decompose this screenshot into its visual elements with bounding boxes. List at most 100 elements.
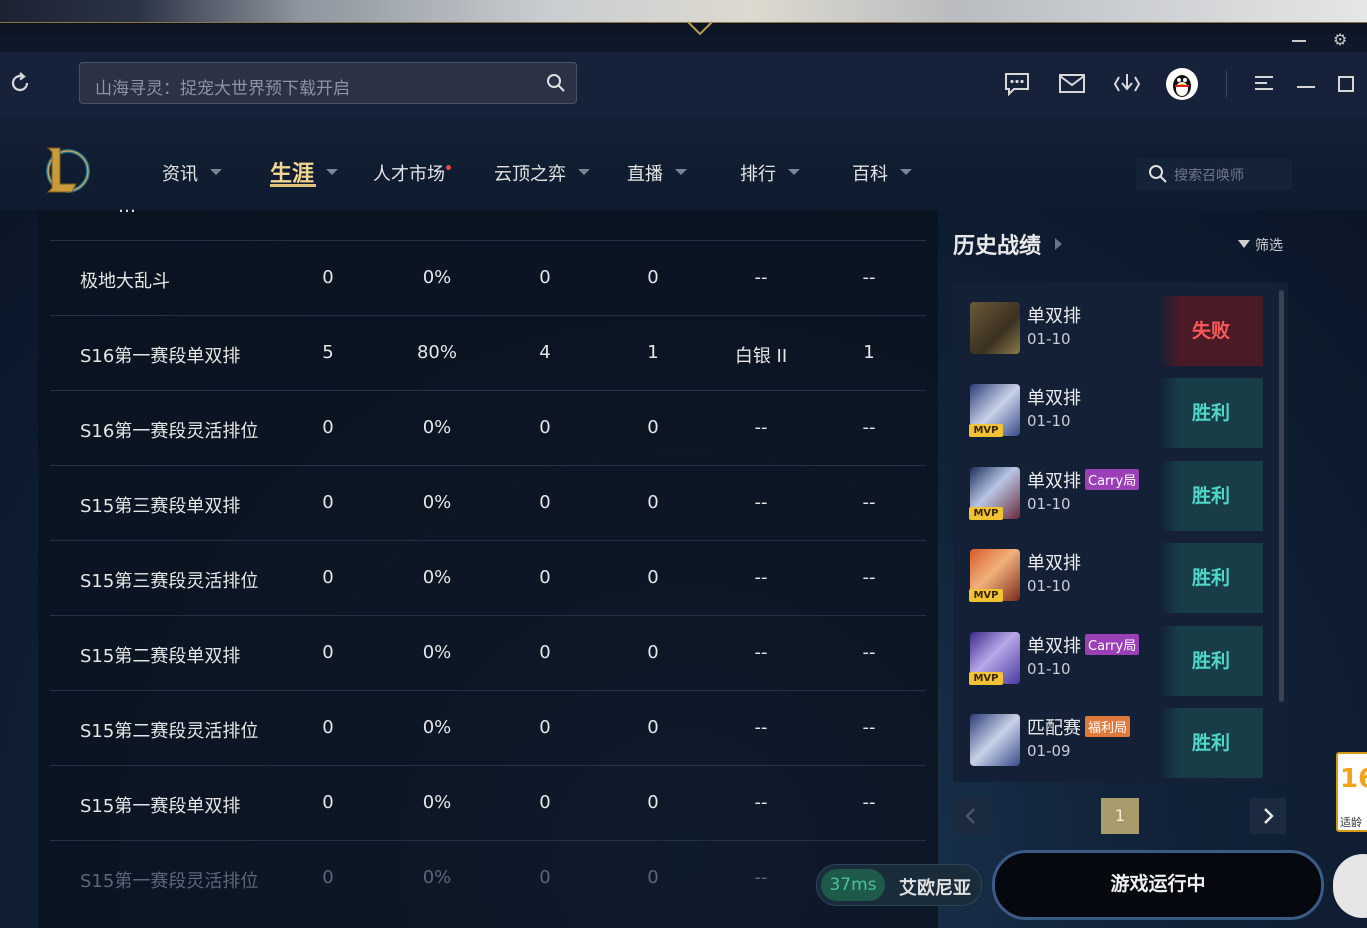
losses-cell: 0 <box>647 267 659 288</box>
side-round-button[interactable] <box>1333 854 1367 918</box>
nav-news[interactable]: 资讯 <box>162 160 222 186</box>
mvp-badge: MVP <box>969 672 1003 685</box>
last-cell: -- <box>862 267 876 288</box>
scrolled-row-fragment: … <box>118 196 136 217</box>
maximize-icon[interactable] <box>1338 76 1354 92</box>
match-result: 失败 <box>1159 296 1263 366</box>
winrate-cell: 0% <box>422 867 452 888</box>
match-history-list: 单双排 01-10 失败 MVP 单双排 01-10 胜利 MVP 单双排 Car… <box>953 282 1288 782</box>
server-status[interactable]: 37ms 艾欧尼亚 <box>816 864 982 906</box>
rank-cell: -- <box>754 492 768 513</box>
main-nav: 资讯 生涯 人才市场 云顶之弈 直播 排行 百科 搜索召唤师 <box>0 118 1367 210</box>
wins-cell: 0 <box>539 492 551 513</box>
wins-cell: 4 <box>539 342 551 363</box>
carry-tag: Carry局 <box>1085 634 1140 655</box>
games-cell: 0 <box>322 642 334 663</box>
nav-live[interactable]: 直播 <box>627 160 687 186</box>
page-number-button[interactable]: 1 <box>1101 798 1139 834</box>
match-item[interactable]: 单双排 01-10 失败 <box>953 292 1275 368</box>
match-date: 01-10 <box>1027 495 1071 513</box>
champion-portrait <box>970 302 1020 354</box>
notification-dot-icon <box>446 165 451 170</box>
winrate-cell: 80% <box>416 342 457 363</box>
match-result: 胜利 <box>1159 708 1263 778</box>
download-icon[interactable] <box>1113 71 1141 97</box>
winrate-cell: 0% <box>422 492 452 513</box>
chevron-down-icon <box>788 169 800 175</box>
rank-cell: -- <box>754 717 768 738</box>
banner-minimize-icon[interactable] <box>1292 40 1306 42</box>
losses-cell: 1 <box>647 342 659 363</box>
losses-cell: 0 <box>647 792 659 813</box>
losses-cell: 0 <box>647 867 659 888</box>
top-banner-strip: ⚙ <box>0 0 1367 53</box>
chat-icon[interactable] <box>1003 71 1031 97</box>
champion-portrait <box>970 714 1020 766</box>
winrate-cell: 0% <box>422 567 452 588</box>
banner-notch-icon <box>687 21 713 36</box>
minimize-icon[interactable] <box>1297 86 1315 88</box>
losses-cell: 0 <box>647 642 659 663</box>
match-item[interactable]: MVP 单双排 01-10 胜利 <box>953 539 1275 615</box>
history-scrollbar[interactable] <box>1279 290 1284 702</box>
nav-ranking[interactable]: 排行 <box>740 160 800 186</box>
mvp-badge: MVP <box>969 507 1003 520</box>
chevron-down-icon <box>210 169 222 175</box>
age-rating-badge: 16 适龄 <box>1336 752 1367 832</box>
games-cell: 0 <box>322 492 334 513</box>
chevron-down-icon <box>675 169 687 175</box>
mail-icon[interactable] <box>1058 71 1086 97</box>
rank-cell: -- <box>754 417 768 438</box>
nav-active-underline <box>270 184 316 187</box>
rank-cell: -- <box>754 267 768 288</box>
gear-icon[interactable]: ⚙ <box>1333 30 1347 49</box>
match-item[interactable]: MVP 单双排 Carry局 01-10 胜利 <box>953 457 1275 533</box>
wins-cell: 0 <box>539 267 551 288</box>
next-page-button[interactable] <box>1250 798 1286 834</box>
mode-cell: S15第一赛段灵活排位 <box>80 871 259 892</box>
nav-talent-market[interactable]: 人才市场 <box>373 160 451 186</box>
history-title[interactable]: 历史战绩 <box>953 228 1041 260</box>
match-item[interactable]: 匹配赛 福利局 01-09 胜利 <box>953 704 1275 780</box>
match-mode: 单双排 Carry局 <box>1027 467 1140 493</box>
qq-avatar[interactable] <box>1166 68 1198 100</box>
last-cell: 1 <box>863 342 875 363</box>
chevron-down-icon <box>578 169 590 175</box>
game-running-button[interactable]: 游戏运行中 <box>992 850 1324 920</box>
match-result: 胜利 <box>1159 626 1263 696</box>
rank-cell: 白银 II <box>734 346 788 367</box>
last-cell: -- <box>862 492 876 513</box>
header-divider <box>1226 71 1227 97</box>
winrate-cell: 0% <box>422 642 452 663</box>
menu-icon[interactable] <box>1255 76 1273 92</box>
match-result: 胜利 <box>1159 378 1263 448</box>
last-cell: -- <box>862 792 876 813</box>
match-item[interactable]: MVP 单双排 01-10 胜利 <box>953 374 1275 450</box>
match-item[interactable]: MVP 单双排 Carry局 01-10 胜利 <box>953 622 1275 698</box>
wins-cell: 0 <box>539 417 551 438</box>
last-cell: -- <box>862 567 876 588</box>
table-row: S16第一赛段单双排 5 80% 4 1 白银 II 1 <box>50 315 926 391</box>
table-row: S15第一赛段灵活排位 0 0% 0 0 -- <box>50 840 926 916</box>
penguin-icon <box>1173 75 1191 97</box>
winrate-cell: 0% <box>422 792 452 813</box>
search-icon[interactable] <box>1148 164 1168 184</box>
nav-wiki[interactable]: 百科 <box>852 160 912 186</box>
filter-button[interactable]: 筛选 <box>1238 235 1283 255</box>
prev-page-button[interactable] <box>953 798 989 834</box>
summoner-search-input[interactable]: 搜索召唤师 <box>1136 158 1292 190</box>
refresh-icon[interactable] <box>8 71 32 95</box>
last-cell: -- <box>862 417 876 438</box>
mode-cell: S16第一赛段单双排 <box>80 346 241 367</box>
global-search-input[interactable]: 山海寻灵：捉宠大世界预下载开启 <box>79 62 577 104</box>
match-mode: 单双排 <box>1027 553 1081 574</box>
chevron-right-icon[interactable] <box>1055 238 1062 250</box>
nav-tft[interactable]: 云顶之弈 <box>494 160 590 186</box>
lol-logo-icon[interactable] <box>42 144 90 196</box>
rank-stats-table: … 极地大乱斗 0 0% 0 0 -- -- S16第一赛段单双排 5 80% … <box>38 196 938 928</box>
wins-cell: 0 <box>539 792 551 813</box>
search-icon[interactable] <box>546 73 566 93</box>
games-cell: 0 <box>322 717 334 738</box>
wins-cell: 0 <box>539 867 551 888</box>
losses-cell: 0 <box>647 567 659 588</box>
